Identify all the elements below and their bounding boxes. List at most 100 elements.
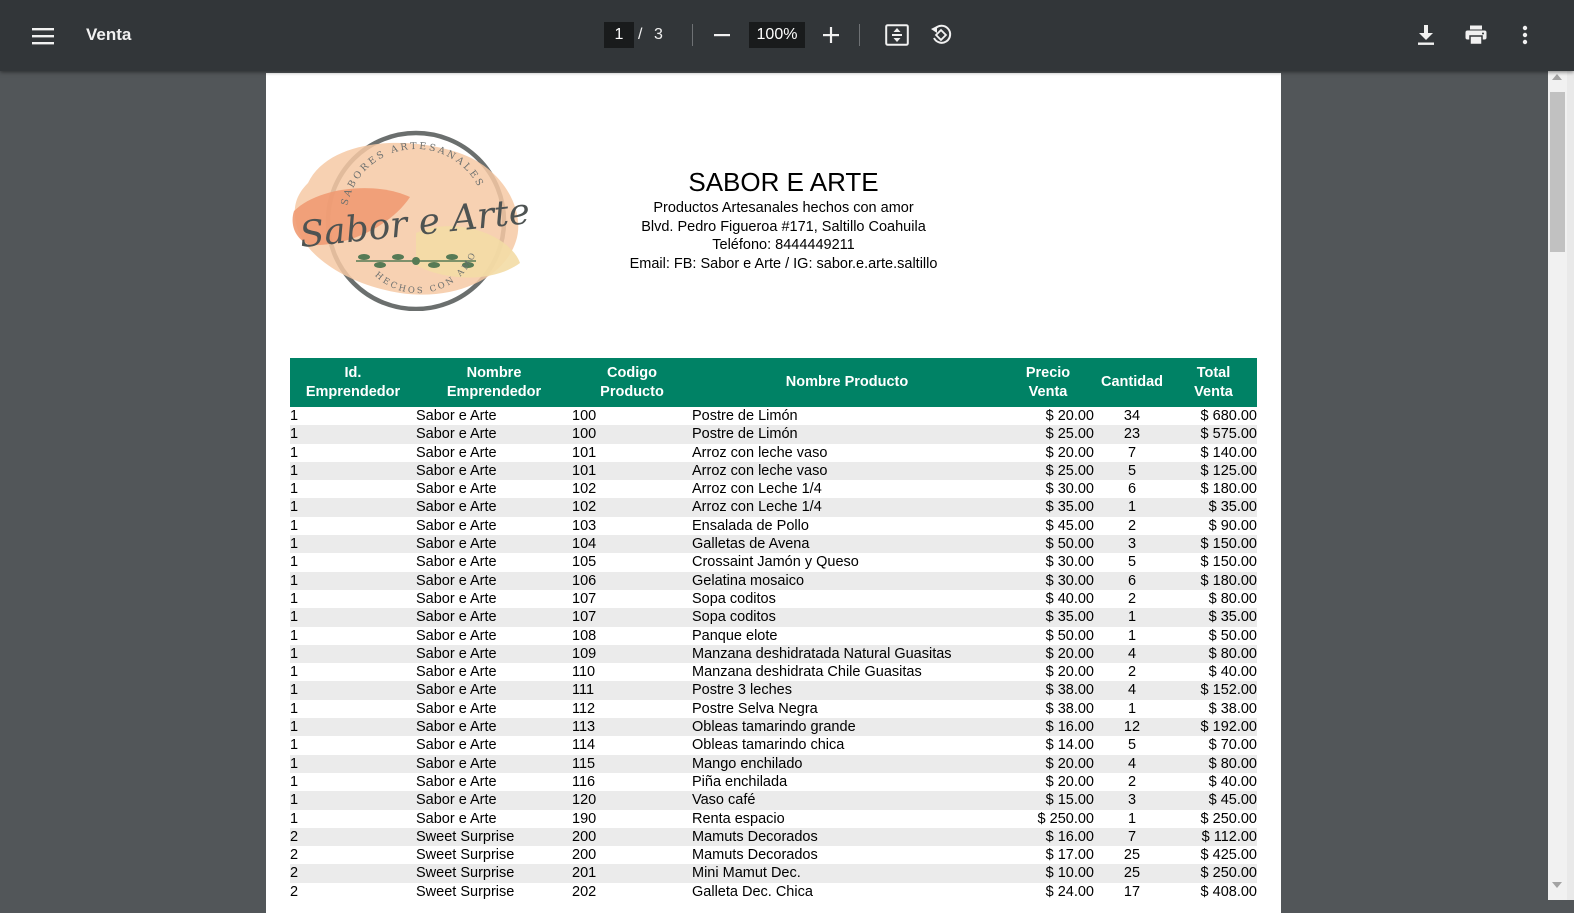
cell-id: 1: [290, 499, 299, 516]
cell-id: 1: [290, 627, 299, 644]
scroll-up-arrow-icon[interactable]: [1552, 74, 1562, 80]
table-row: 1 Sabor e Arte 102 Arroz con Leche 1/4 $ 30.…: [290, 480, 1257, 498]
cell-codigo: 111: [572, 682, 595, 699]
plus-icon[interactable]: [817, 21, 845, 49]
table-row: 1 Sabor e Arte 114 Obleas tamarindo chica $ …: [290, 736, 1257, 754]
cell-precio: $ 40.00: [1045, 590, 1094, 607]
cell-total: $ 80.00: [1208, 590, 1257, 607]
cell-id: 1: [290, 810, 299, 827]
cell-codigo: 106: [572, 572, 597, 589]
cell-total: $ 40.00: [1208, 773, 1257, 790]
cell-id: 1: [290, 737, 299, 754]
table-row: 1 Sabor e Arte 112 Postre Selva Negra $ 38.0…: [290, 700, 1257, 718]
table-row: 1 Sabor e Arte 100 Postre de Limón $ 25.00 23…: [290, 425, 1257, 444]
cell-total: $ 50.00: [1208, 627, 1257, 644]
cell-producto: Arroz con leche vaso: [692, 444, 828, 461]
cell-codigo: 115: [572, 755, 596, 772]
cell-precio: $ 35.00: [1045, 499, 1094, 516]
cell-codigo: 202: [572, 883, 597, 900]
fit-to-page-icon[interactable]: [882, 20, 912, 50]
cell-id: 1: [290, 408, 299, 424]
zoom-input[interactable]: [749, 22, 805, 48]
table-row: 2 Sweet Surprise 200 Mamuts Decorados $ 17.0…: [290, 846, 1257, 864]
document-title: Venta: [86, 25, 132, 44]
cell-cantidad: 1: [1127, 810, 1137, 827]
cell-precio: $ 30.00: [1045, 481, 1094, 498]
cell-precio: $ 10.00: [1045, 865, 1094, 882]
cell-codigo: 200: [572, 828, 597, 845]
cell-total: $ 425.00: [1200, 847, 1257, 864]
cell-producto: Postre de Limón: [692, 426, 798, 443]
cell-total: $ 45.00: [1208, 792, 1257, 809]
cell-codigo: 113: [572, 719, 596, 736]
cell-emprendedor: Sabor e Arte: [416, 737, 497, 754]
cell-producto: Vaso café: [692, 792, 756, 809]
cell-emprendedor: Sabor e Arte: [416, 664, 497, 681]
cell-cantidad: 3: [1127, 536, 1137, 553]
company-address: Blvd. Pedro Figueroa #171, Saltillo Coah…: [641, 218, 926, 235]
table-row: 1 Sabor e Arte 101 Arroz con leche vaso $ 20…: [290, 444, 1257, 462]
cell-precio: $ 15.00: [1045, 792, 1094, 809]
cell-codigo: 100: [572, 426, 597, 443]
more-vert-icon[interactable]: [1512, 20, 1538, 50]
scrollbar-thumb[interactable]: [1550, 92, 1565, 252]
table-row: 1 Sabor e Arte 100 Postre de Limón $ 20.00 34…: [290, 407, 1257, 425]
cell-total: $ 38.00: [1208, 700, 1257, 717]
cell-id: 1: [290, 590, 299, 607]
cell-emprendedor: Sabor e Arte: [416, 517, 497, 534]
cell-producto: Galletas de Avena: [692, 536, 810, 553]
cell-cantidad: 5: [1127, 554, 1137, 571]
cell-cantidad: 3: [1127, 792, 1137, 809]
scroll-down-arrow-icon[interactable]: [1552, 882, 1562, 888]
cell-precio: $ 24.00: [1045, 883, 1094, 900]
cell-producto: Sopa coditos: [692, 590, 776, 607]
cell-id: 1: [290, 609, 299, 626]
cell-precio: $ 20.00: [1045, 408, 1094, 424]
menu-icon[interactable]: [27, 20, 59, 52]
rotate-icon[interactable]: [926, 20, 956, 50]
cell-producto: Piña enchilada: [692, 773, 788, 790]
cell-precio: $ 20.00: [1045, 645, 1094, 662]
cell-emprendedor: Sabor e Arte: [416, 810, 497, 827]
cell-total: $ 150.00: [1200, 536, 1257, 553]
cell-emprendedor: Sweet Surprise: [416, 847, 515, 864]
cell-codigo: 107: [572, 590, 597, 607]
cell-precio: $ 20.00: [1045, 444, 1094, 461]
cell-precio: $ 30.00: [1045, 572, 1094, 589]
cell-emprendedor: Sabor e Arte: [416, 609, 497, 626]
cell-id: 1: [290, 792, 299, 809]
cell-total: $ 70.00: [1208, 737, 1257, 754]
cell-producto: Manzana deshidrata Chile Guasitas: [692, 664, 922, 681]
cell-precio: $ 35.00: [1045, 609, 1094, 626]
cell-codigo: 108: [572, 627, 597, 644]
cell-producto: Mini Mamut Dec.: [692, 865, 801, 882]
cell-id: 1: [290, 554, 299, 571]
cell-codigo: 109: [572, 645, 597, 662]
print-icon[interactable]: [1461, 20, 1491, 50]
cell-precio: $ 17.00: [1045, 847, 1094, 864]
pdf-page: SABORES ARTESANALES Sabor e Arte HECHOS …: [266, 73, 1281, 913]
cell-total: $ 250.00: [1200, 810, 1257, 827]
page-separator: /: [638, 26, 643, 43]
cell-codigo: 107: [572, 609, 597, 626]
download-icon[interactable]: [1411, 20, 1441, 50]
cell-precio: $ 30.00: [1045, 554, 1094, 571]
table-row: 1 Sabor e Arte 104 Galletas de Avena $ 50.00…: [290, 535, 1257, 554]
minus-icon[interactable]: [708, 21, 736, 49]
company-name: SABOR E ARTE: [688, 167, 879, 197]
cell-total: $ 180.00: [1200, 481, 1257, 498]
cell-total: $ 180.00: [1200, 572, 1257, 589]
column-header-precio: Precio Venta: [1002, 358, 1094, 407]
cell-codigo: 200: [572, 847, 597, 864]
cell-codigo: 120: [572, 792, 597, 809]
cell-precio: $ 25.00: [1045, 462, 1094, 479]
cell-total: $ 680.00: [1200, 408, 1257, 424]
cell-id: 1: [290, 682, 299, 699]
cell-producto: Postre 3 leches: [692, 682, 792, 699]
column-header-id: Id. Emprendedor: [290, 358, 416, 407]
cell-cantidad: 7: [1127, 444, 1137, 461]
cell-total: $ 90.00: [1208, 517, 1257, 534]
table-row: 1 Sabor e Arte 106 Gelatina mosaico $ 30.00 6…: [290, 571, 1257, 590]
page-number-input[interactable]: [604, 22, 634, 48]
cell-cantidad: 2: [1127, 590, 1137, 607]
